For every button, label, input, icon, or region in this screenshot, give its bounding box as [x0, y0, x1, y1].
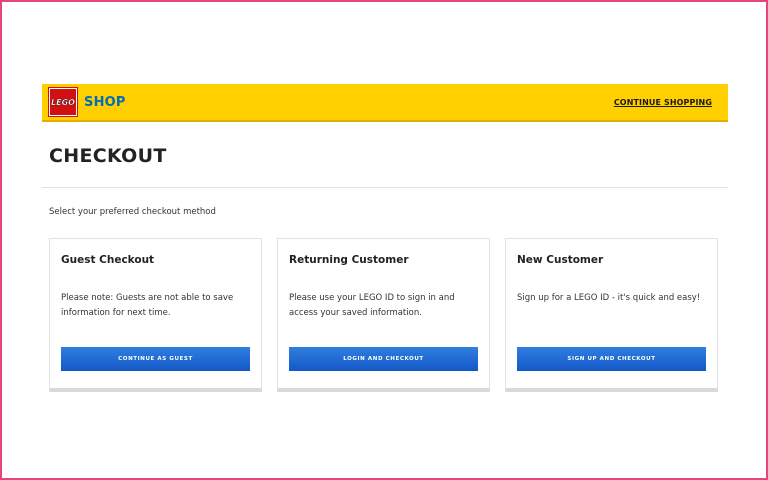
checkout-method-prompt: Select your preferred checkout method: [49, 207, 216, 217]
card-title: Returning Customer: [289, 254, 409, 266]
card-description: Sign up for a LEGO ID - it's quick and e…: [517, 293, 701, 303]
page-title: CHECKOUT: [49, 145, 167, 167]
card-description: Please note: Guests are not able to save…: [61, 293, 234, 318]
returning-customer-card: Returning Customer Please use your LEGO …: [277, 238, 490, 392]
sign-up-and-checkout-button[interactable]: SIGN UP AND CHECKOUT: [517, 347, 706, 371]
continue-shopping-link[interactable]: CONTINUE SHOPPING: [614, 98, 712, 107]
continue-as-guest-button[interactable]: CONTINUE AS GUEST: [61, 347, 250, 371]
card-title: New Customer: [517, 254, 604, 266]
login-and-checkout-button[interactable]: LOGIN AND CHECKOUT: [289, 347, 478, 371]
new-customer-card: New Customer Sign up for a LEGO ID - it'…: [505, 238, 718, 392]
brand[interactable]: LEGO SHOP: [48, 87, 126, 117]
guest-checkout-card: Guest Checkout Please note: Guests are n…: [49, 238, 262, 392]
site-header: LEGO SHOP CONTINUE SHOPPING: [42, 84, 728, 122]
lego-logo[interactable]: LEGO: [48, 87, 78, 117]
card-title: Guest Checkout: [61, 254, 155, 266]
svg-text:LEGO: LEGO: [51, 98, 75, 107]
title-divider: [42, 187, 728, 188]
lego-logo-wordmark: LEGO: [51, 98, 75, 107]
shop-label[interactable]: SHOP: [84, 95, 126, 110]
card-description: Please use your LEGO ID to sign in and a…: [289, 293, 455, 318]
